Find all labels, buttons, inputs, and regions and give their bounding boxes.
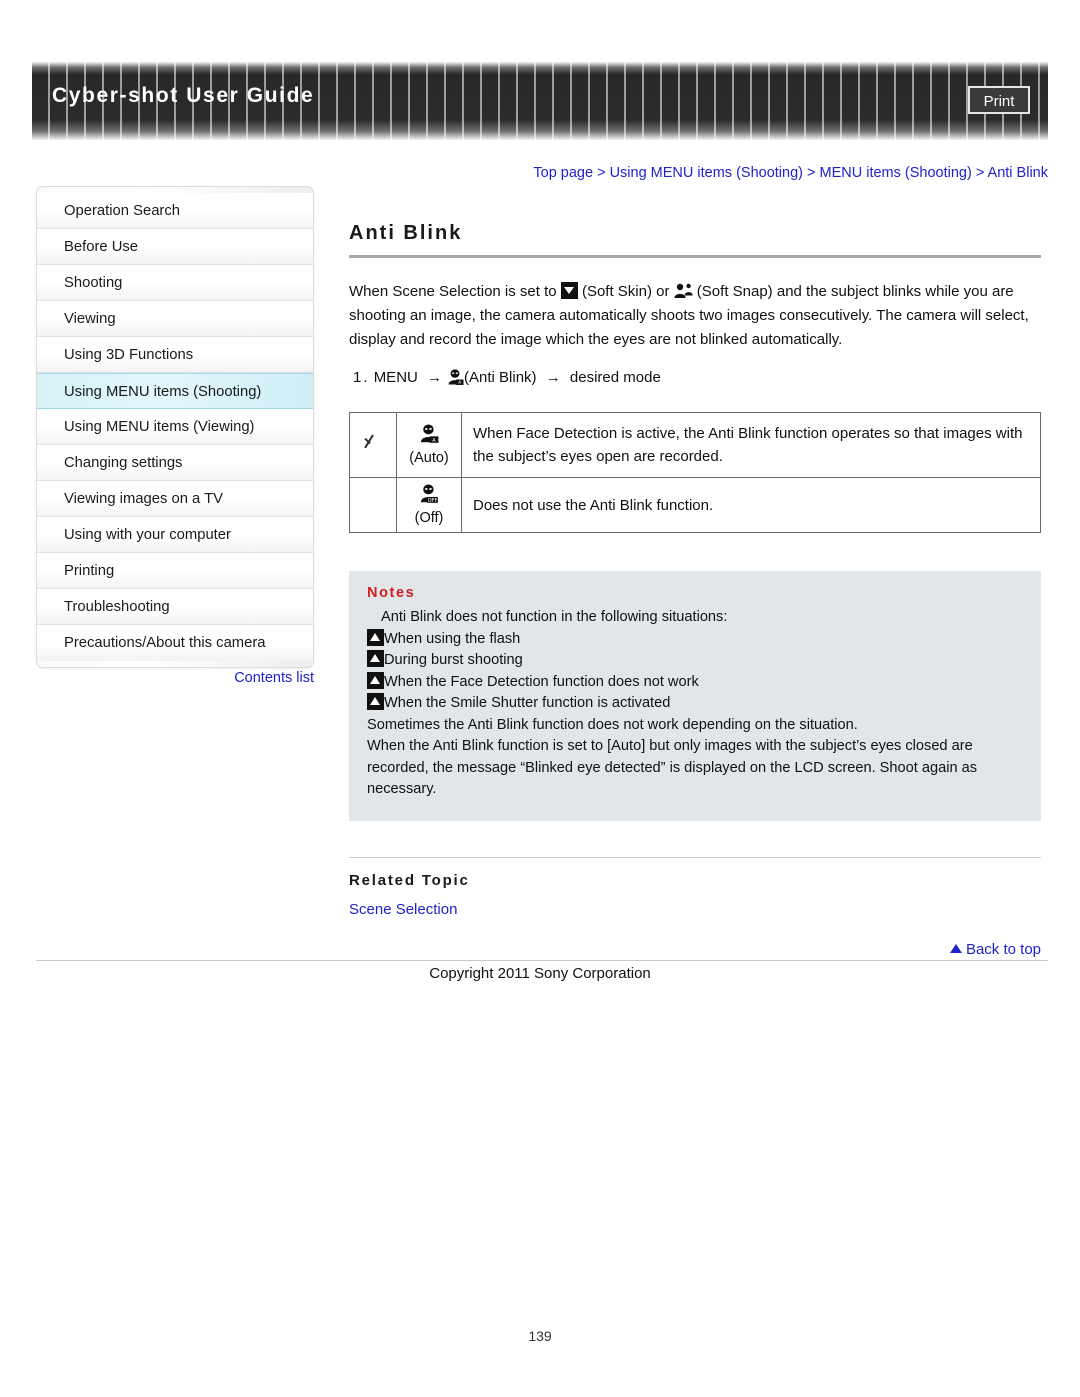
list-item: When using the flash: [367, 628, 1023, 651]
step-target-label: desired mode: [569, 369, 661, 386]
row-icon-cell: A (Auto): [396, 412, 462, 478]
notes-paragraph-2: When the Anti Blink function is set to […: [367, 738, 978, 797]
sidebar-item-before-use[interactable]: Before Use: [37, 229, 313, 265]
triangle-up-icon: [949, 944, 962, 953]
notes-bullet-text: When the Smile Shutter function is activ…: [384, 695, 671, 711]
menu-step-line: 1. MENU → A (Anti Blink) → desired mode: [349, 366, 1041, 390]
intro-paragraph-part2: (Soft Skin) or: [577, 283, 674, 300]
row-description-off: Does not use the Anti Blink function.: [461, 477, 1041, 533]
soft-snap-icon: [674, 283, 693, 299]
row-checkmark-cell: [349, 477, 397, 533]
breadcrumb-item-menu-items-shooting[interactable]: MENU items (Shooting): [820, 165, 972, 181]
sidebar-item-using-menu-items-shooting[interactable]: Using MENU items (Shooting): [37, 373, 313, 409]
notes-bullet-text: When the Face Detection function does no…: [384, 673, 699, 690]
option-label-off: (Off): [414, 510, 444, 526]
main-content: Anti Blink When Scene Selection is set t…: [349, 222, 1041, 918]
soft-skin-icon: [560, 282, 578, 299]
step-number: 1.: [353, 369, 370, 386]
breadcrumb-separator: >: [597, 165, 606, 181]
header-banner: Cyber-shot User Guide Print: [32, 62, 1048, 140]
sidebar-item-viewing[interactable]: Viewing: [37, 301, 313, 337]
sidebar-item-using-3d-functions[interactable]: Using 3D Functions: [37, 337, 313, 373]
notes-intro: Anti Blink does not function in the foll…: [381, 609, 728, 625]
back-to-top-label: Back to top: [965, 941, 1041, 958]
notes-bullet-text: During burst shooting: [384, 652, 523, 668]
arrow-right-icon: →: [427, 369, 443, 386]
breadcrumb-item-top-page[interactable]: Top page: [533, 165, 593, 181]
sidebar-item-viewing-images-on-a-tv[interactable]: Viewing images on a TV: [37, 481, 313, 517]
notes-bullet-text: When using the flash: [384, 630, 521, 647]
anti-blink-options-table: A (Auto) When Face Detection is active, …: [349, 412, 1041, 533]
copyright-text: Copyright 2011 Sony Corporation: [429, 965, 651, 982]
step-menu-label: MENU: [373, 369, 418, 386]
anti-blink-auto-icon: A: [419, 424, 439, 448]
sidebar-item-operation-search[interactable]: Operation Search: [37, 193, 313, 229]
step-icon-label: (Anti Blink): [464, 369, 537, 386]
triangle-bullet-icon: [367, 693, 384, 710]
table-row: OFF (Off) Does not use the Anti Blink fu…: [349, 477, 1041, 533]
breadcrumb-separator: >: [807, 165, 816, 181]
notes-paragraph-1: Sometimes the Anti Blink function does n…: [367, 716, 858, 733]
option-label-auto: (Auto): [409, 450, 449, 466]
sidebar-item-precautions-about-this-camera[interactable]: Precautions/About this camera: [37, 625, 313, 661]
sidebar-item-using-menu-items-viewing[interactable]: Using MENU items (Viewing): [37, 409, 313, 445]
page-title: Anti Blink: [349, 222, 463, 244]
anti-blink-off-icon: OFF: [419, 484, 439, 508]
triangle-bullet-icon: [367, 671, 384, 689]
breadcrumb: Top page > Using MENU items (Shooting) >…: [0, 165, 1048, 181]
title-divider: [349, 255, 1041, 258]
anti-blink-icon: A: [447, 369, 464, 386]
intro-paragraph: When Scene Selection is set to (Soft Ski…: [349, 280, 1041, 352]
related-topic-link-scene-selection[interactable]: Scene Selection: [349, 901, 1041, 918]
sidebar-item-using-with-your-computer[interactable]: Using with your computer: [37, 517, 313, 553]
print-button[interactable]: Print: [968, 86, 1030, 114]
breadcrumb-item-anti-blink[interactable]: Anti Blink: [988, 165, 1048, 181]
breadcrumb-separator: >: [975, 165, 985, 181]
list-item: When the Smile Shutter function is activ…: [367, 693, 1023, 715]
notes-section: Notes Anti Blink does not function in th…: [349, 571, 1041, 821]
contents-list-link[interactable]: Contents list: [36, 670, 314, 686]
related-topic-divider: [349, 856, 1041, 858]
sidebar-item-changing-settings[interactable]: Changing settings: [37, 445, 313, 481]
sidebar-navigation: Operation Search Before Use Shooting Vie…: [36, 186, 314, 668]
triangle-bullet-icon: [367, 628, 384, 646]
breadcrumb-item-using-menu-items-shooting[interactable]: Using MENU items (Shooting): [610, 165, 803, 181]
svg-text:OFF: OFF: [428, 498, 438, 504]
footer-divider: [36, 960, 1048, 961]
checkmark-icon: [362, 432, 384, 454]
back-to-top-link[interactable]: Back to top: [349, 941, 1041, 958]
sidebar-item-troubleshooting[interactable]: Troubleshooting: [37, 589, 313, 625]
row-description-auto: When Face Detection is active, the Anti …: [461, 412, 1041, 478]
notes-heading: Notes: [367, 585, 416, 601]
related-topic-heading: Related Topic: [349, 871, 470, 889]
list-item: During burst shooting: [367, 650, 1023, 672]
arrow-right-icon: →: [545, 369, 561, 386]
svg-text:A: A: [432, 438, 436, 444]
app-title: Cyber-shot User Guide: [52, 84, 315, 107]
sidebar-item-printing[interactable]: Printing: [37, 553, 313, 589]
list-item: When the Face Detection function does no…: [367, 671, 1023, 694]
table-row: A (Auto) When Face Detection is active, …: [349, 412, 1041, 478]
svg-text:A: A: [458, 380, 461, 386]
row-checkmark-cell: [349, 412, 397, 478]
row-icon-cell: OFF (Off): [396, 477, 462, 533]
sidebar-item-shooting[interactable]: Shooting: [37, 265, 313, 301]
triangle-bullet-icon: [367, 650, 384, 667]
intro-paragraph-part1: When Scene Selection is set to: [349, 283, 561, 300]
page-number: 139: [528, 1328, 552, 1344]
